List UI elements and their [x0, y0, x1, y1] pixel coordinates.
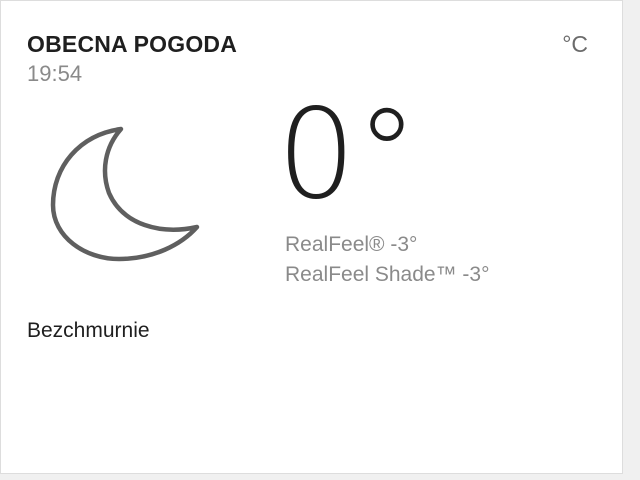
realfeel-shade-temperature: RealFeel Shade™ -3° — [285, 263, 490, 286]
current-temperature: 0° — [277, 83, 418, 227]
weather-condition: Bezchmurnie — [27, 319, 150, 342]
current-weather-card: OBECNA POGODA 19:54 °C 0° RealFeel® -3° … — [0, 0, 623, 474]
realfeel-temperature: RealFeel® -3° — [285, 233, 418, 256]
card-title: OBECNA POGODA — [27, 31, 238, 57]
temperature-unit-toggle[interactable]: °C — [562, 31, 588, 58]
current-time: 19:54 — [27, 61, 83, 86]
moon-icon — [50, 126, 200, 262]
